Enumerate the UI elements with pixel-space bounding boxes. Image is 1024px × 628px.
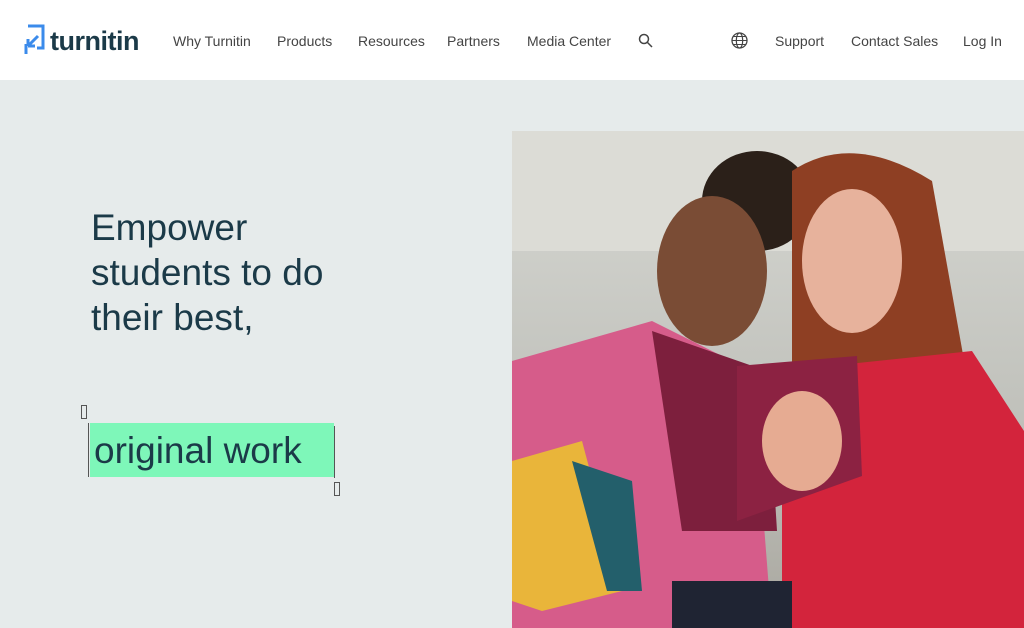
- selection-handle-end[interactable]: [334, 482, 340, 496]
- nav-partners[interactable]: Partners: [447, 33, 500, 49]
- logo-icon: [24, 24, 45, 54]
- students-photo-illustration: [512, 131, 1024, 628]
- nav-resources[interactable]: Resources: [358, 33, 425, 49]
- nav-contact-sales[interactable]: Contact Sales: [851, 33, 938, 49]
- nav-why-turnitin[interactable]: Why Turnitin: [173, 33, 251, 49]
- search-icon[interactable]: [638, 33, 654, 49]
- selection-caret-end: [334, 426, 335, 478]
- turnitin-logo[interactable]: turnitin: [24, 24, 139, 58]
- nav-log-in[interactable]: Log In: [963, 33, 1002, 49]
- globe-icon[interactable]: [731, 32, 748, 49]
- hero-headline: Empower students to do their best,: [91, 205, 323, 340]
- headline-line: Empower: [91, 207, 248, 248]
- nav-support[interactable]: Support: [775, 33, 824, 49]
- headline-line: their best,: [91, 297, 254, 338]
- nav-media-center[interactable]: Media Center: [527, 33, 611, 49]
- hero-photo-students-reading: [512, 131, 1024, 628]
- top-nav: turnitin Why Turnitin Products Resources…: [0, 0, 1024, 80]
- nav-products[interactable]: Products: [277, 33, 332, 49]
- selection-caret-start: [88, 423, 89, 477]
- headline-line: students to do: [91, 252, 324, 293]
- headline-highlight: original work: [94, 430, 302, 471]
- selection-handle-start[interactable]: [81, 405, 87, 419]
